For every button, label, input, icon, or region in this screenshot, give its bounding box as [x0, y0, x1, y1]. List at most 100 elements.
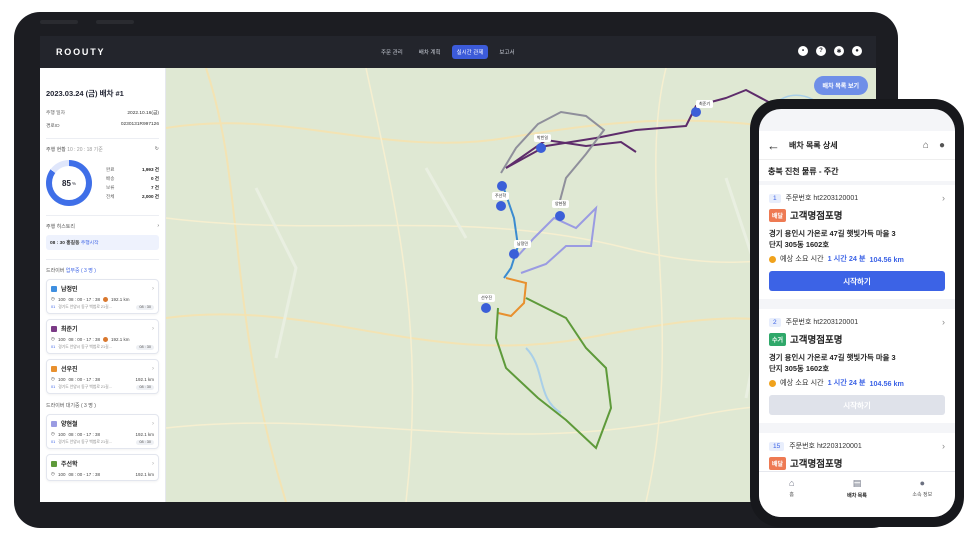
tab-home[interactable]: ⌂ 홈 — [759, 472, 824, 517]
chevron-right-icon[interactable]: › — [942, 441, 945, 451]
driver-count: 100 — [57, 336, 66, 342]
user-icon[interactable]: ● — [852, 46, 862, 56]
driver-card-yanghyeoncheol[interactable]: 양현철 › ◷ 100 08 : 00 - 17 : 38 192.1 km 01 경기도… — [46, 414, 159, 449]
bell-icon[interactable]: • — [798, 46, 808, 56]
driver-count: 100 — [57, 376, 66, 382]
stop-address: 경기도 안양시 동구 백범로 21길... — [58, 440, 112, 444]
phone-subtitle: 충북 진천 물류 - 주간 — [759, 159, 955, 181]
order-number: ht2203120001 — [813, 318, 859, 326]
map-marker-label[interactable]: 박빈일 — [534, 134, 552, 142]
waiting-drivers-header: 드라이버 대기중 ( 3 명 ) — [46, 402, 159, 409]
driver-color-swatch — [51, 365, 57, 372]
address-line-1: 경기 용인시 가온로 47길 햇빛가득 마을 3 — [769, 229, 896, 238]
home-icon[interactable]: ⌂ — [923, 140, 929, 151]
driver-name: 주선학 — [61, 462, 78, 468]
top-icons: • ? ✱ ● — [798, 46, 862, 56]
eta-distance: 104.56 km — [869, 378, 904, 388]
tab-label: 홈 — [789, 492, 794, 498]
order-card[interactable]: 2 주문번호 ht2203120001 › 수거 고객명점포명 경기 용인시 가온로 … — [759, 309, 955, 424]
eta-distance: 104.56 km — [869, 254, 904, 264]
stop-address: 경기도 안양시 동구 백범로 21길... — [58, 305, 112, 309]
phone-frame: ← 배차 목록 상세 ⌂ ● 충북 진천 물류 - 주간 1 주문번호 ht2203… — [750, 99, 964, 527]
phone-screen: ← 배차 목록 상세 ⌂ ● 충북 진천 물류 - 주간 1 주문번호 ht2203… — [759, 109, 955, 517]
driver-distance: 192.1 km — [135, 376, 154, 382]
chevron-right-icon: › — [157, 223, 159, 229]
driver-distance: 192.1 km — [135, 471, 154, 477]
order-number: ht2203120001 — [813, 194, 859, 202]
stat-delivering: 배송 0 건 — [106, 176, 159, 182]
driver-time: 08 : 00 - 17 : 38 — [68, 336, 100, 342]
driver-time: 08 : 00 - 17 : 38 — [68, 471, 100, 477]
driver-distance: 192.1 km — [110, 336, 130, 342]
stop-time-tag: 08 : 30 — [136, 305, 154, 310]
stat-hold: 보류 7 건 — [106, 185, 159, 191]
driver-card-choijungi[interactable]: 최준기 › ◷ 100 08 : 00 - 17 : 38 192.1 km 01 경기도… — [46, 319, 159, 354]
driver-count: 100 — [57, 431, 66, 437]
driver-card-juseonhak[interactable]: 주선학 › ◷ 100 08 : 00 - 17 : 38 192.1 km — [46, 454, 159, 481]
home-icon: ⌂ — [788, 478, 795, 488]
order-number-label: 주문번호 — [789, 443, 815, 450]
driver-name: 양현철 — [61, 422, 78, 428]
help-icon[interactable]: ? — [816, 46, 826, 56]
start-button[interactable]: 시작하기 — [769, 271, 945, 292]
nav-dispatch-plan[interactable]: 배차 계획 — [414, 45, 446, 59]
person-icon[interactable]: ● — [939, 140, 945, 151]
gear-icon[interactable]: ✱ — [834, 46, 844, 56]
tablet-hardware-button — [40, 20, 78, 24]
driver-time: 08 : 00 - 17 : 38 — [68, 431, 100, 437]
order-card[interactable]: 1 주문번호 ht2203120001 › 배달 고객명점포명 경기 용인시 가온로 … — [759, 185, 955, 300]
phone-header: ← 배차 목록 상세 ⌂ ● — [759, 131, 955, 159]
nav-report[interactable]: 보고서 — [494, 45, 519, 59]
map-marker-label[interactable]: 남정민 — [514, 240, 532, 248]
active-drivers-header: 드라이버 업무중 ( 3 명 ) — [46, 267, 159, 274]
driver-card-namjungmin[interactable]: 남정민 › ◷ 100 08 : 00 - 17 : 38 192.1 km 01 경기도… — [46, 279, 159, 314]
chevron-right-icon[interactable]: › — [942, 317, 945, 327]
start-button-disabled[interactable]: 시작하기 — [769, 395, 945, 416]
customer-name: 고객명점포명 — [790, 459, 843, 470]
divider — [46, 215, 159, 216]
stat-value: 7 건 — [150, 184, 159, 190]
map-marker-label[interactable]: 양현철 — [552, 200, 570, 208]
tab-affiliation[interactable]: ● 소속 정보 — [890, 472, 955, 517]
map-marker-label[interactable]: 선우진 — [478, 294, 496, 302]
chevron-right-icon: › — [152, 420, 154, 427]
stat-done: 완료 1,993 건 — [106, 167, 159, 173]
refresh-icon[interactable]: ↻ — [155, 146, 159, 153]
drivers-title: 드라이버 — [46, 268, 65, 274]
map-marker-label[interactable]: 주선학 — [492, 192, 510, 200]
driver-name: 남정민 — [61, 287, 78, 293]
stat-label: 배송 — [106, 175, 115, 181]
map-marker-label[interactable]: 최준기 — [696, 100, 714, 108]
status-stats: 85% 완료 1,993 건 배송 0 건 보류 7 건 전체 2,000 건 — [46, 160, 159, 206]
stop-address: 경기도 안양시 동구 백범로 21길... — [58, 385, 112, 389]
order-number: ht2203120001 — [816, 442, 862, 450]
tab-dispatch-list[interactable]: ▤ 배차 목록 — [824, 472, 889, 517]
stat-label: 보류 — [106, 184, 115, 190]
nav-order-management[interactable]: 주문 관리 — [376, 45, 408, 59]
clock-icon: ◷ — [51, 336, 55, 341]
order-card[interactable]: 15 주문번호 ht2203120001 › 배달 고객명점포명 — [759, 433, 955, 473]
stat-label: 전체 — [106, 193, 115, 199]
drivers-active-status: 업무중 ( 3 명 ) — [65, 268, 96, 274]
driver-distance: 192.1 km — [135, 431, 154, 437]
chevron-right-icon[interactable]: › — [942, 193, 945, 203]
driver-distance: 192.1 km — [110, 296, 130, 302]
eta-label: 예상 소요 시간 — [780, 378, 824, 388]
dispatch-list-button[interactable]: 배차 목록 보기 — [813, 76, 868, 95]
driver-time: 08 : 00 - 17 : 38 — [68, 376, 100, 382]
eta-time: 1 시간 24 분 — [827, 378, 866, 388]
main-nav: 주문 관리 배차 계획 실시간 관제 보고서 — [376, 45, 520, 59]
drive-date-label: 주행 일자 — [46, 111, 65, 116]
driver-count: 100 — [57, 471, 66, 477]
chevron-right-icon: › — [152, 325, 154, 332]
order-number-label: 주문번호 — [785, 319, 812, 326]
driver-color-swatch — [51, 325, 57, 332]
order-seq: 2 — [769, 317, 781, 327]
history-header[interactable]: 주행 히스토리 › — [46, 223, 159, 230]
pickup-badge: 수거 — [769, 332, 787, 346]
driver-card-seonwoojin[interactable]: 선우진 › ◷ 100 08 : 00 - 17 : 38 192.1 km 01 경기도… — [46, 359, 159, 394]
stat-list: 완료 1,993 건 배송 0 건 보류 7 건 전체 2,000 건 — [106, 164, 159, 203]
back-arrow-icon[interactable]: ← — [767, 138, 780, 153]
stat-value: 0 건 — [150, 175, 159, 181]
nav-realtime-control[interactable]: 실시간 관제 — [451, 45, 489, 59]
